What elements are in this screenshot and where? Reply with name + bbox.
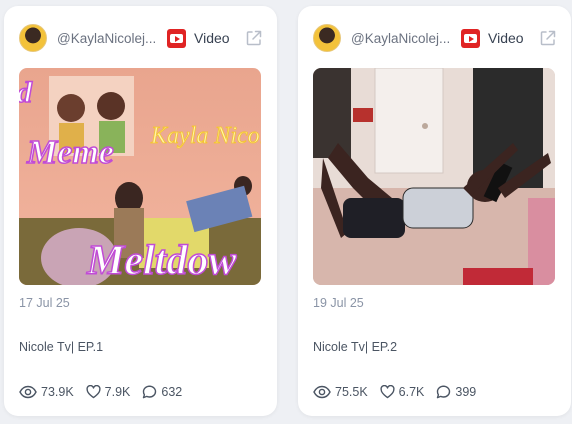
post-date: 19 Jul 25 bbox=[313, 296, 364, 310]
likes-count: 7.9K bbox=[104, 385, 131, 399]
eye-icon bbox=[19, 385, 37, 399]
comments-stat: 632 bbox=[142, 385, 182, 399]
comment-icon bbox=[437, 385, 451, 399]
video-thumbnail[interactable] bbox=[313, 68, 555, 285]
card-header: @KaylaNicolej... Video bbox=[313, 22, 557, 54]
views-count: 73.9K bbox=[41, 385, 74, 399]
eye-icon bbox=[313, 385, 331, 399]
comment-icon bbox=[143, 385, 157, 399]
video-thumbnail[interactable]: d Meme Kayla Nicole Meltdow bbox=[19, 68, 261, 285]
author-handle[interactable]: @KaylaNicolej... bbox=[351, 31, 451, 46]
thumbnail-text-neon: Kayla Nicole bbox=[150, 123, 261, 149]
engagement-stats: 75.5K 6.7K 399 bbox=[313, 383, 488, 401]
heart-icon bbox=[380, 385, 395, 399]
author-handle[interactable]: @KaylaNicolej... bbox=[57, 31, 157, 46]
content-type-label: Video bbox=[194, 30, 230, 46]
views-count: 75.5K bbox=[335, 385, 368, 399]
comments-count: 632 bbox=[161, 385, 183, 399]
post-date: 17 Jul 25 bbox=[19, 296, 70, 310]
thumbnail-text-meme: Meme bbox=[26, 134, 114, 171]
likes-stat: 7.9K bbox=[86, 385, 131, 399]
avatar[interactable] bbox=[313, 24, 341, 52]
card-header: @KaylaNicolej... Video bbox=[19, 22, 263, 54]
thumbnail-text-meltdown: Meltdow bbox=[86, 238, 237, 284]
thumbnail-text-top: d bbox=[19, 76, 33, 109]
heart-icon bbox=[86, 385, 101, 399]
post-card[interactable]: @KaylaNicolej... Video bbox=[4, 6, 277, 416]
post-card[interactable]: @KaylaNicolej... Video bbox=[298, 6, 571, 416]
youtube-icon bbox=[167, 28, 186, 48]
external-link-icon[interactable] bbox=[539, 29, 557, 47]
youtube-icon bbox=[461, 28, 480, 48]
avatar[interactable] bbox=[19, 24, 47, 52]
comments-count: 399 bbox=[455, 385, 477, 399]
comments-stat: 399 bbox=[436, 385, 476, 399]
likes-stat: 6.7K bbox=[380, 385, 425, 399]
post-title[interactable]: Nicole Tv| EP.1 bbox=[19, 340, 103, 354]
external-link-icon[interactable] bbox=[245, 29, 263, 47]
views-stat: 73.9K bbox=[19, 385, 74, 399]
views-stat: 75.5K bbox=[313, 385, 368, 399]
engagement-stats: 73.9K 7.9K 632 bbox=[19, 383, 194, 401]
content-type-label: Video bbox=[488, 30, 524, 46]
likes-count: 6.7K bbox=[398, 385, 425, 399]
post-title[interactable]: Nicole Tv| EP.2 bbox=[313, 340, 397, 354]
